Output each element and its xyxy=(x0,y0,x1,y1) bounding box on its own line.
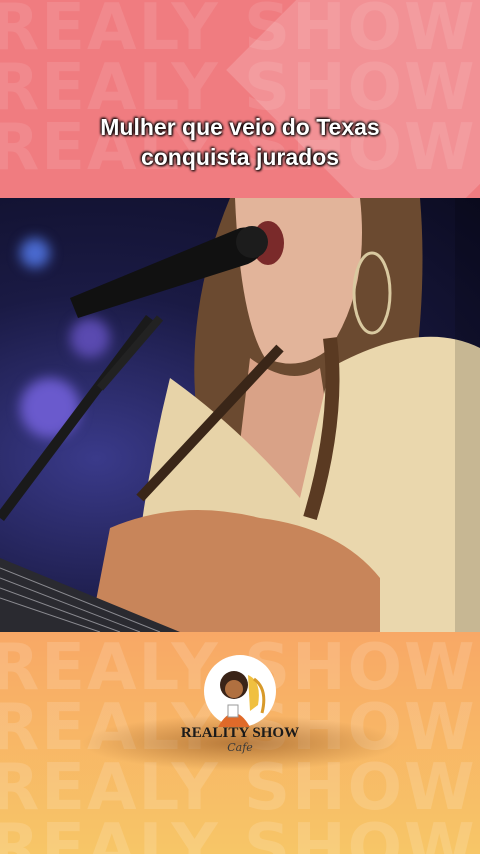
logo-sub-text: Cafe xyxy=(227,741,253,754)
video-player[interactable] xyxy=(0,198,480,632)
mascot-icon xyxy=(218,671,266,727)
top-banner: REALY SHOW REALY SHOW REALY SHOW REALY S… xyxy=(0,0,480,198)
logo-badge xyxy=(204,655,276,727)
logo-brand-text: REALITY SHOW xyxy=(180,725,300,741)
performer-scene xyxy=(0,198,480,632)
headline-line-1: Mulher que veio do Texas xyxy=(100,114,380,140)
watermark-row: REALY SHOW REALY SHOW xyxy=(0,811,480,854)
channel-logo[interactable]: REALITY SHOW Cafe xyxy=(80,655,400,771)
headline-line-2: conquista jurados xyxy=(140,144,340,170)
video-headline: Mulher que veio do Texas conquista jurad… xyxy=(0,112,480,172)
